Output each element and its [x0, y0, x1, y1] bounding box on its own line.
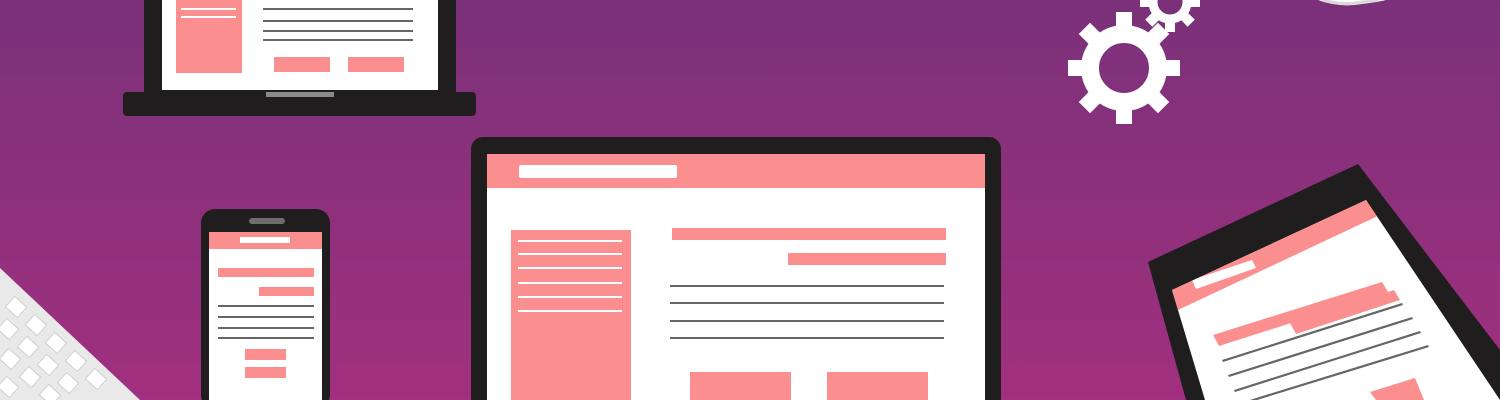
monitor-header-bar: [519, 165, 677, 178]
smartphone: [201, 209, 330, 400]
monitor-button-2: [827, 372, 928, 400]
laptop-button-2: [348, 57, 404, 72]
laptop-sidebar-block: [176, 0, 242, 73]
monitor-sidebar-block: [511, 230, 631, 400]
monitor-button-1: [690, 372, 791, 400]
phone-bar-2: [259, 287, 314, 296]
phone-button-1: [245, 349, 286, 360]
laptop-button-1: [274, 57, 330, 72]
laptop: [123, 0, 476, 116]
phone-button-2: [245, 367, 286, 378]
illustration-canvas: [0, 0, 1500, 400]
responsive-design-illustration: [0, 0, 1500, 400]
phone-speaker: [249, 218, 285, 224]
desktop-monitor: [471, 137, 1001, 400]
phone-bar-1: [218, 268, 314, 277]
monitor-subheading-bar: [788, 253, 946, 265]
laptop-hinge: [266, 92, 334, 97]
monitor-heading-bar: [672, 228, 946, 240]
